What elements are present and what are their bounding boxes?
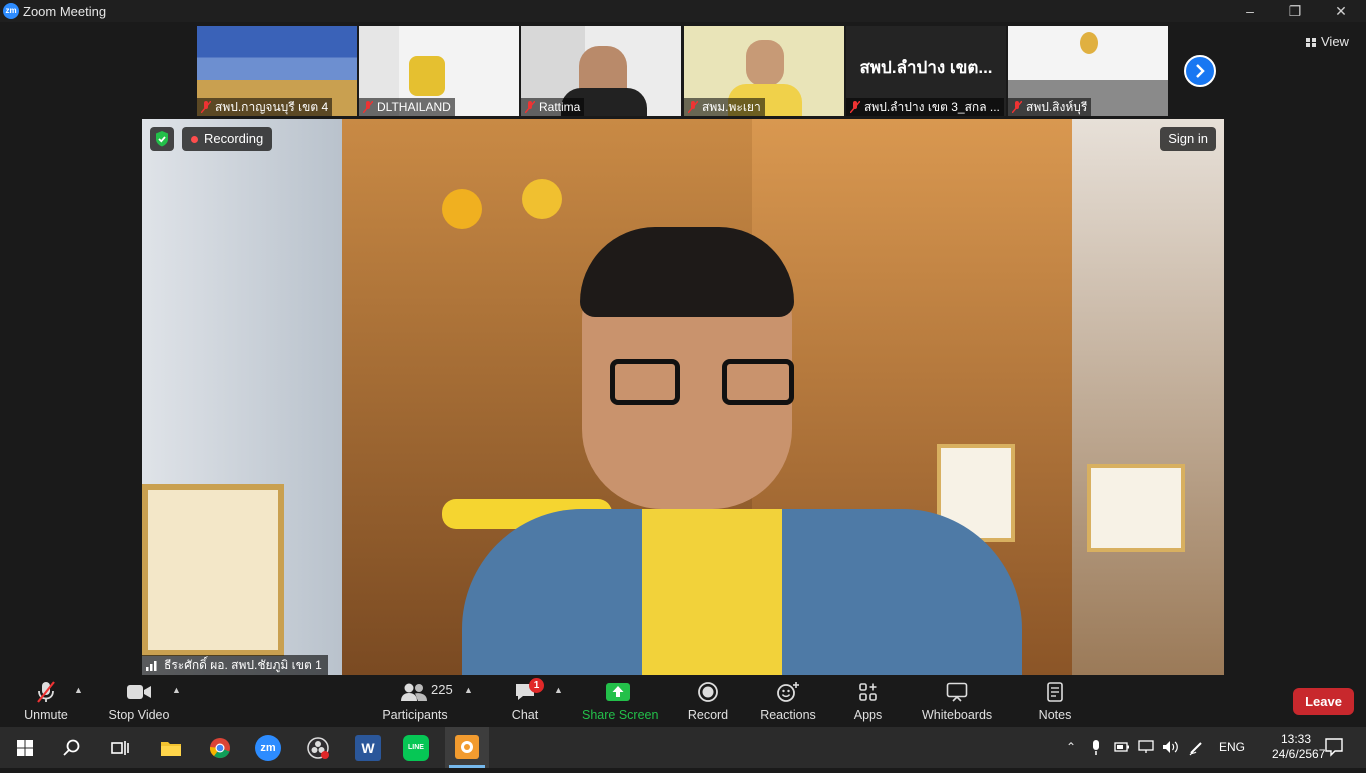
active-app-icon[interactable]	[445, 727, 489, 768]
participants-options-caret-icon[interactable]: ▲	[464, 685, 473, 695]
recording-indicator[interactable]: Recording	[182, 127, 273, 151]
task-view-icon[interactable]	[107, 735, 133, 761]
certificate-frame	[1087, 464, 1185, 552]
muted-mic-icon	[1012, 101, 1022, 113]
participant-name-large: สพป.ลำปาง เขต...	[859, 58, 993, 77]
leave-meeting-button[interactable]: Leave	[1293, 688, 1354, 715]
close-button[interactable]: ✕	[1318, 0, 1364, 22]
glasses-right-lens	[722, 359, 794, 405]
show-hidden-icons-chevron-icon[interactable]: ⌃	[1066, 740, 1076, 754]
record-icon	[698, 682, 718, 702]
participant-name: สพป.กาญจนบุรี เขต 4	[197, 98, 333, 116]
file-explorer-icon[interactable]	[158, 735, 184, 761]
speaker-collar	[642, 509, 782, 675]
restore-button[interactable]: ❐	[1272, 0, 1318, 22]
participant-tile[interactable]: สพป.กาญจนบุรี เขต 4	[197, 26, 357, 116]
share-screen-button[interactable]: Share Screen	[582, 680, 658, 726]
notes-button[interactable]: Notes	[1036, 680, 1074, 726]
framed-photo	[142, 484, 284, 656]
line-app-icon[interactable]: LINE	[403, 735, 429, 761]
participant-tile[interactable]: Rattima	[521, 26, 681, 116]
gallery-strip: สพป.กาญจนบุรี เขต 4 DLTHAILAND Rattima ส…	[0, 22, 1366, 118]
audio-options-caret-icon[interactable]: ▲	[74, 685, 83, 695]
search-icon[interactable]	[59, 735, 85, 761]
speaker-name-label: ธีระศักดิ์ ผอ. สพป.ชัยภูมิ เขต 1	[142, 655, 328, 675]
zoom-app-icon[interactable]: zm	[255, 735, 281, 761]
active-speaker-video: Recording Sign in ธีระศักดิ์ ผอ. สพป.ชัย…	[142, 119, 1224, 675]
whiteboard-icon	[946, 682, 968, 702]
meeting-toolbar: Unmute ▲ Stop Video ▲ Participants 225 ▲…	[0, 675, 1366, 727]
participants-icon	[401, 683, 427, 701]
muted-mic-icon	[525, 101, 535, 113]
record-button[interactable]: Record	[686, 680, 730, 726]
signal-strength-icon	[146, 661, 157, 671]
minimize-button[interactable]: –	[1227, 0, 1273, 22]
network-icon[interactable]	[1138, 740, 1154, 757]
muted-microphone-icon	[37, 681, 55, 703]
participant-tile[interactable]: DLTHAILAND	[359, 26, 519, 116]
apps-button[interactable]: Apps	[850, 680, 886, 726]
muted-mic-icon	[850, 101, 860, 113]
sign-in-button[interactable]: Sign in	[1160, 127, 1216, 151]
notification-center-icon[interactable]	[1324, 737, 1344, 760]
participant-name: DLTHAILAND	[359, 98, 455, 116]
zoom-logo-icon: zm	[3, 3, 19, 19]
chrome-icon[interactable]	[207, 735, 233, 761]
participant-name: สพม.พะเยา	[684, 98, 765, 116]
flower-decoration	[522, 179, 562, 219]
window-title: Zoom Meeting	[23, 4, 107, 19]
participant-count: 225	[431, 682, 453, 697]
unmute-button[interactable]: Unmute	[20, 680, 72, 726]
muted-mic-icon	[688, 101, 698, 113]
glasses-left-lens	[610, 359, 680, 405]
title-bar: zm Zoom Meeting – ❐ ✕	[0, 0, 1366, 22]
obs-studio-icon[interactable]	[305, 735, 331, 761]
video-options-caret-icon[interactable]: ▲	[172, 685, 181, 695]
participant-name: สพป.สิงห์บุรี	[1008, 98, 1092, 116]
share-screen-icon	[606, 683, 630, 701]
speaker-hair	[580, 227, 794, 317]
windows-start-icon[interactable]	[12, 735, 38, 761]
volume-icon[interactable]	[1162, 740, 1180, 757]
windows-taskbar: zm W LINE ⌃ ENG 13:33 24/6/2567	[0, 727, 1366, 768]
clock-date: 24/6/2567	[1272, 747, 1326, 761]
muted-mic-icon	[201, 101, 211, 113]
muted-mic-icon	[363, 101, 373, 113]
apps-icon	[859, 683, 877, 701]
participant-name: Rattima	[521, 98, 585, 116]
view-button[interactable]: View	[1306, 34, 1349, 49]
chat-unread-badge: 1	[529, 678, 544, 693]
clock-time: 13:33	[1280, 732, 1312, 746]
next-page-button[interactable]	[1184, 55, 1216, 87]
stop-video-button[interactable]: Stop Video	[106, 680, 172, 726]
pen-menu-icon[interactable]	[1188, 740, 1204, 759]
chat-options-caret-icon[interactable]: ▲	[554, 685, 563, 695]
wall-right	[1072, 119, 1224, 675]
word-icon[interactable]: W	[355, 735, 381, 761]
participant-tile[interactable]: สพป.สิงห์บุรี	[1008, 26, 1168, 116]
recording-dot-icon	[191, 136, 198, 143]
whiteboards-button[interactable]: Whiteboards	[922, 680, 992, 726]
microphone-tray-icon[interactable]	[1090, 740, 1102, 759]
grid-view-icon	[1306, 38, 1316, 47]
input-language-indicator[interactable]: ENG	[1219, 740, 1245, 754]
participant-tile[interactable]: สพม.พะเยา	[684, 26, 844, 116]
system-clock[interactable]: 13:33 24/6/2567	[1272, 732, 1326, 762]
participant-name: สพป.ลำปาง เขต 3_สกล ...	[846, 98, 1004, 116]
participant-tile[interactable]: สพป.ลำปาง เขต... สพป.ลำปาง เขต 3_สกล ...	[846, 26, 1006, 116]
notes-icon	[1047, 682, 1063, 702]
reactions-button[interactable]: Reactions	[760, 680, 816, 726]
security-shield-icon[interactable]	[150, 127, 174, 151]
reactions-smiley-icon	[777, 682, 799, 702]
chevron-right-icon	[1196, 64, 1205, 78]
video-camera-icon	[127, 685, 151, 699]
battery-icon[interactable]	[1114, 740, 1130, 757]
